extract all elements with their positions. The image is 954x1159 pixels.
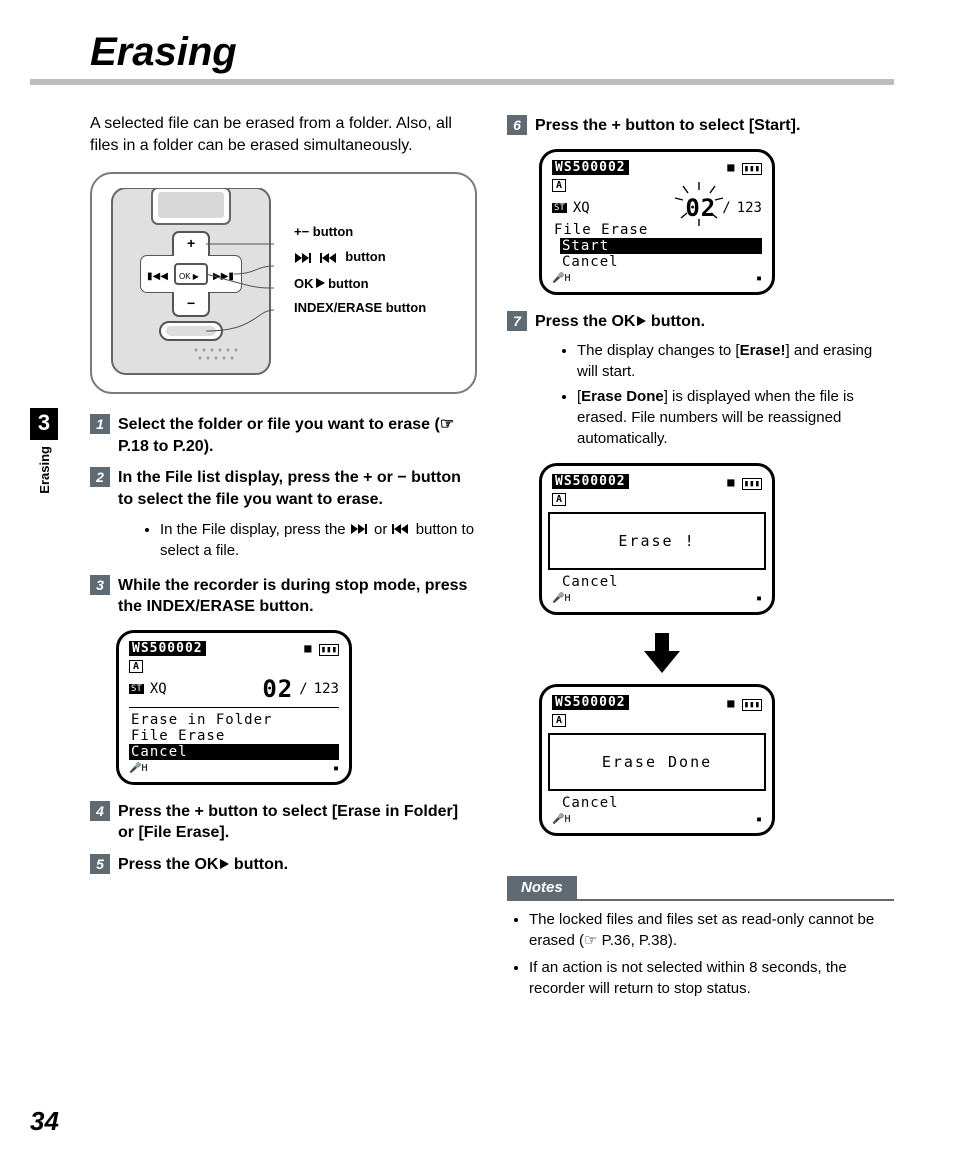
legend-indexerase: INDEX/ERASE button [294, 296, 426, 321]
step-text: In the File list display, press the + or… [118, 467, 477, 510]
chapter-label: Erasing [37, 446, 52, 494]
folder-indicator: A [552, 714, 566, 727]
notes-rule [507, 899, 894, 901]
mic-icon: 🎤H [552, 273, 570, 284]
menu-item: File Erase [129, 728, 339, 744]
menu-item: Cancel [560, 254, 762, 270]
lcd-erase-menu: WS500002 ■ ▮▮▮ A STXQ 02/123 Erase in Fo… [116, 630, 352, 785]
card-icon: ▪ [756, 814, 762, 825]
card-icon: ▪ [756, 273, 762, 284]
button-legend: +− button button OK button INDEX/ERASE [294, 220, 426, 321]
notes-heading: Notes [507, 876, 577, 899]
page-title: Erasing [90, 30, 894, 75]
title-rule [30, 79, 894, 85]
note-item: If an action is not selected within 8 se… [529, 957, 894, 999]
folder-indicator: A [552, 179, 566, 192]
menu-item-selected: Cancel [129, 744, 339, 760]
step-4: 4 Press the + button to select [Erase in… [90, 801, 477, 844]
svg-text:−: − [187, 295, 195, 311]
step-text: Press the OK button. [118, 854, 288, 876]
mic-icon: 🎤H [552, 814, 570, 825]
step-text: Press the + button to select [Start]. [535, 115, 800, 137]
chapter-tab: 3 Erasing [30, 408, 58, 494]
battery-icon: ■ ▮▮▮ [727, 696, 762, 710]
mic-icon: 🎤H [552, 593, 570, 604]
step-7-sub: The display changes to [Erase!] and eras… [537, 340, 894, 449]
svg-text:OK ▶: OK ▶ [179, 272, 200, 281]
card-icon: ▪ [756, 593, 762, 604]
battery-icon: ■ ▮▮▮ [304, 641, 339, 655]
lcd-model: WS500002 [552, 695, 629, 710]
menu-item-selected: Start [560, 238, 762, 254]
popup-done: Erase Done [548, 733, 766, 791]
step-2: 2 In the File list display, press the + … [90, 467, 477, 510]
menu-item: Cancel [560, 795, 762, 811]
step-text: Select the folder or file you want to er… [118, 414, 477, 457]
folder-indicator: A [129, 660, 143, 673]
step-number: 6 [507, 115, 527, 135]
lcd-start-menu: WS500002 ■ ▮▮▮ A STXQ [539, 149, 775, 295]
battery-icon: ■ ▮▮▮ [727, 475, 762, 489]
card-icon: ▪ [333, 763, 339, 774]
rw-icon [320, 247, 342, 272]
lcd-erase-popup: WS500002 ■ ▮▮▮ A Erase ! Cancel 🎤H ▪ [539, 463, 775, 615]
device-diagram: OK ▶ + − ▮◀◀ ▶▶▮ [90, 172, 477, 394]
intro-text: A selected file can be erased from a fol… [90, 113, 477, 156]
step-6: 6 Press the + button to select [Start]. [507, 115, 894, 137]
step-2-sub: In the File display, press the or button… [120, 519, 477, 561]
step-7: 7 Press the OK button. [507, 311, 894, 333]
step-number: 1 [90, 414, 110, 434]
svg-text:+: + [187, 235, 195, 251]
lcd-model: WS500002 [129, 641, 206, 656]
battery-icon: ■ ▮▮▮ [727, 160, 762, 174]
legend-ffrw: button [294, 245, 426, 272]
ff-icon [294, 247, 316, 272]
mic-icon: 🎤H [129, 763, 147, 774]
chapter-number: 3 [30, 408, 58, 440]
step-number: 7 [507, 311, 527, 331]
legend-plusminus: +− button [294, 220, 426, 245]
step-1: 1 Select the folder or file you want to … [90, 414, 477, 457]
notes-section: Notes The locked files and files set as … [507, 852, 894, 999]
svg-text:▮◀◀: ▮◀◀ [147, 271, 168, 282]
lcd-model: WS500002 [552, 474, 629, 489]
recorder-illustration: OK ▶ + − ▮◀◀ ▶▶▮ [106, 188, 276, 378]
folder-indicator: A [552, 493, 566, 506]
step-number: 5 [90, 854, 110, 874]
step-text: Press the + button to select [Erase in F… [118, 801, 477, 844]
menu-item: Cancel [560, 574, 762, 590]
menu-title: File Erase [552, 222, 762, 238]
step-text: Press the OK button. [535, 311, 705, 333]
step-3: 3 While the recorder is during stop mode… [90, 575, 477, 618]
arrow-down-icon [557, 631, 767, 678]
step-5: 5 Press the OK button. [90, 854, 477, 876]
lcd-model: WS500002 [552, 160, 629, 175]
rw-icon [392, 521, 412, 538]
step-number: 2 [90, 467, 110, 487]
step-number: 4 [90, 801, 110, 821]
page-number: 34 [30, 1106, 59, 1137]
lcd-erase-done: WS500002 ■ ▮▮▮ A Erase Done Cancel 🎤H ▪ [539, 684, 775, 836]
ff-icon [350, 521, 370, 538]
legend-ok: OK button [294, 272, 426, 297]
menu-item: Erase in Folder [129, 712, 339, 728]
note-item: The locked files and files set as read-o… [529, 909, 894, 951]
flash-icon [669, 180, 729, 230]
step-number: 3 [90, 575, 110, 595]
step-text: While the recorder is during stop mode, … [118, 575, 477, 618]
popup-erase: Erase ! [548, 512, 766, 570]
